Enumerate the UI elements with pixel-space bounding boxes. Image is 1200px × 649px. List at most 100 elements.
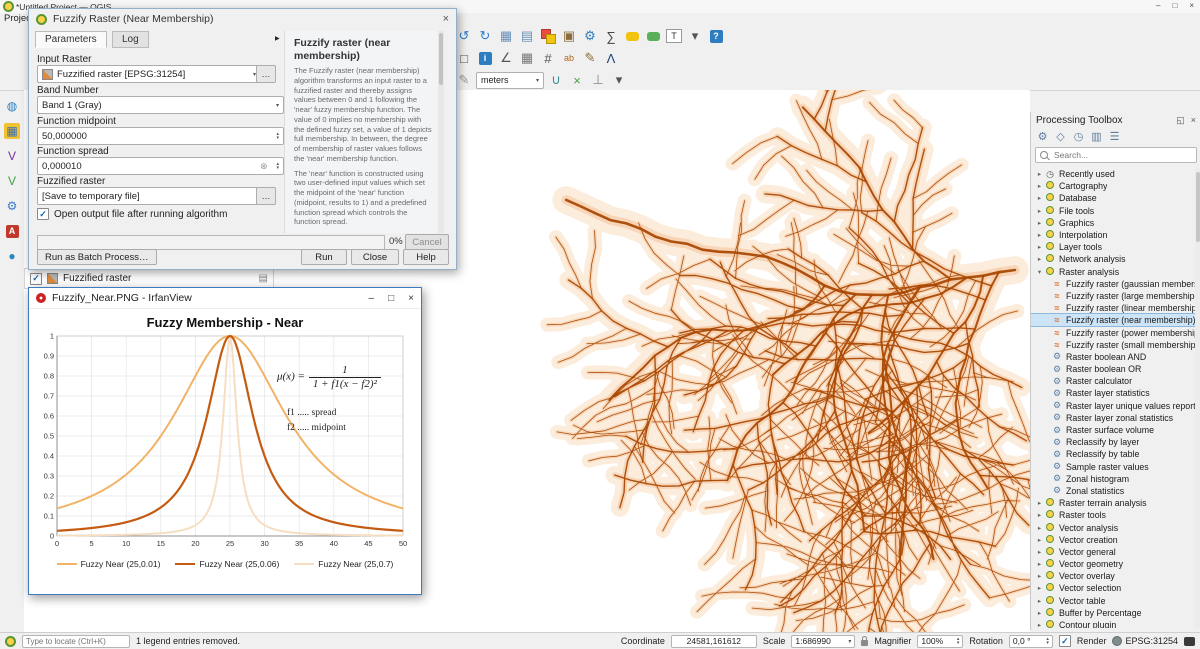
tree-item-vector-general[interactable]: ▸Vector general [1031,546,1195,558]
irfanview-maximize-button[interactable]: □ [388,293,394,304]
expand-arrow-icon[interactable]: ▸ [1035,536,1044,544]
expand-arrow-icon[interactable]: ▾ [1035,268,1044,276]
mmqgis-icon[interactable]: V [4,173,20,189]
copy-layer-style-icon[interactable] [539,27,557,45]
tree-item-vector-overlay[interactable]: ▸Vector overlay [1031,570,1195,582]
tree-item-raster-boolean-or[interactable]: ⚙Raster boolean OR [1031,363,1195,375]
tree-item-fuzzify-raster-linear-membership[interactable]: ≈Fuzzify raster (linear membership) [1031,302,1195,314]
tree-item-interpolation[interactable]: ▸Interpolation [1031,229,1195,241]
tree-item-raster-boolean-and[interactable]: ⚙Raster boolean AND [1031,351,1195,363]
tree-item-vector-creation[interactable]: ▸Vector creation [1031,534,1195,546]
tree-item-zonal-statistics[interactable]: ⚙Zonal statistics [1031,485,1195,497]
decorations-icon[interactable]: ✎ [581,49,599,67]
tree-item-contour-plugin[interactable]: ▸Contour plugin [1031,619,1195,628]
tree-item-fuzzify-raster-small-membership[interactable]: ≈Fuzzify raster (small membership) [1031,339,1195,351]
expand-arrow-icon[interactable]: ▸ [1035,609,1044,617]
new-annotation-icon[interactable] [644,27,662,45]
expand-arrow-icon[interactable]: ▸ [1035,255,1044,263]
new-3d-map-view-icon[interactable]: ▤ [518,27,536,45]
coordinate-box[interactable]: 24581,161612 [671,635,757,648]
help-scrollbar[interactable] [438,31,444,233]
layer-labeling-icon[interactable]: ab [560,49,578,67]
digitizing-dropdown-icon[interactable]: ▾ [610,71,628,89]
results-viewer-icon[interactable]: ▥ [1089,129,1104,144]
tree-item-graphics[interactable]: ▸Graphics [1031,217,1195,229]
function-spread-spinbox[interactable]: 0,000010 ⊗ ▴▾ [37,157,284,175]
expand-arrow-icon[interactable]: ▸ [1035,597,1044,605]
osm-tools-icon[interactable]: A [4,223,20,239]
db-manager-icon[interactable]: ▦ [4,123,20,139]
snapping-icon[interactable]: ∪ [547,71,565,89]
tree-item-raster-calculator[interactable]: ⚙Raster calculator [1031,375,1195,387]
irfanview-minimize-button[interactable]: – [369,293,375,304]
annotation-dropdown-icon[interactable]: ▾ [686,27,704,45]
help-contents-icon[interactable]: ? [707,27,725,45]
dialog-close-icon[interactable]: × [443,13,449,25]
tree-item-reclassify-by-table[interactable]: ⚙Reclassify by table [1031,448,1195,460]
crs-button[interactable]: EPSG:31254 [1112,636,1178,646]
tree-item-vector-analysis[interactable]: ▸Vector analysis [1031,521,1195,533]
metasearch-icon[interactable]: ◍ [4,98,20,114]
models-icon[interactable]: ◇ [1053,129,1068,144]
expand-arrow-icon[interactable]: ▸ [1035,243,1044,251]
tab-log[interactable]: Log [112,31,149,48]
text-annotation-icon[interactable]: T [665,27,683,45]
tree-item-network-analysis[interactable]: ▸Network analysis [1031,253,1195,265]
layer-visibility-checkbox[interactable]: ✓ [30,273,42,285]
history-icon[interactable]: ◷ [1071,129,1086,144]
tree-scrollbar[interactable] [1195,168,1200,628]
attribute-table-icon[interactable]: ▦ [518,49,536,67]
render-checkbox[interactable]: ✓ [1059,635,1071,647]
close-panel-icon[interactable]: × [1191,115,1196,126]
tree-item-raster-layer-unique-values-report[interactable]: ⚙Raster layer unique values report [1031,400,1195,412]
messages-icon[interactable] [1184,637,1195,646]
map-tips-icon[interactable] [623,27,641,45]
measure-icon[interactable]: ∠ [497,49,515,67]
globe-plugin-icon[interactable]: ● [4,248,20,264]
tree-item-raster-layer-zonal-statistics[interactable]: ⚙Raster layer zonal statistics [1031,412,1195,424]
tracing-icon[interactable]: × [568,71,586,89]
spin-arrows-icon[interactable]: ▴▾ [1043,637,1049,646]
tree-item-fuzzify-raster-large-membership[interactable]: ≈Fuzzify raster (large membership) [1031,290,1195,302]
edit-features-inplace-icon[interactable]: ☰ [1107,129,1122,144]
processing-options-icon[interactable]: ⚙ [1035,129,1050,144]
close-button[interactable]: Close [351,249,399,265]
window-minimize-button[interactable]: – [1156,1,1160,10]
expand-arrow-icon[interactable]: ▸ [1035,231,1044,239]
spin-arrows-icon[interactable]: ▴▾ [273,162,279,171]
input-raster-browse-button[interactable]: … [256,65,276,83]
irfanview-titlebar[interactable]: Fuzzify_Near.PNG - IrfanView – □ × [29,288,421,309]
select-features-icon[interactable]: □ [455,49,473,67]
tree-item-fuzzify-raster-gaussian-membership[interactable]: ≈Fuzzify raster (gaussian membership) [1031,278,1195,290]
cancel-button[interactable]: Cancel [405,234,449,250]
expand-arrow-icon[interactable]: ▸ [1035,584,1044,592]
tree-item-raster-analysis[interactable]: ▾Raster analysis [1031,266,1195,278]
spin-arrows-icon[interactable]: ▴▾ [273,132,279,141]
zoom-next-icon[interactable]: ↻ [476,27,494,45]
layer-name[interactable]: Fuzzified raster [63,273,131,284]
spin-arrows-icon[interactable]: ▴▾ [954,637,960,646]
float-panel-icon[interactable]: ◱ [1176,115,1185,126]
tree-item-recently-used[interactable]: ▸◷Recently used [1031,168,1195,180]
tree-item-file-tools[interactable]: ▸File tools [1031,205,1195,217]
grid-tools-icon[interactable]: ⚙ [4,198,20,214]
expand-arrow-icon[interactable]: ▸ [1035,207,1044,215]
dialog-titlebar[interactable]: Fuzzify Raster (Near Membership) × [29,9,456,29]
lambda-tool-icon[interactable]: Λ [602,49,620,67]
expand-arrow-icon[interactable]: ▸ [1035,511,1044,519]
band-number-combo[interactable]: Band 1 (Gray) ▾ [37,96,284,114]
tree-item-vector-geometry[interactable]: ▸Vector geometry [1031,558,1195,570]
expand-arrow-icon[interactable]: ▸ [1035,560,1044,568]
help-collapse-icon[interactable]: ▶ [275,35,280,42]
window-close-button[interactable]: × [1189,1,1194,10]
tree-item-raster-surface-volume[interactable]: ⚙Raster surface volume [1031,424,1195,436]
expand-arrow-icon[interactable]: ▸ [1035,499,1044,507]
tree-item-fuzzify-raster-power-membership[interactable]: ≈Fuzzify raster (power membership) [1031,326,1195,338]
tree-item-zonal-histogram[interactable]: ⚙Zonal histogram [1031,473,1195,485]
expand-arrow-icon[interactable]: ▸ [1035,219,1044,227]
processing-search-box[interactable] [1035,147,1197,163]
rotation-spin[interactable]: 0,0 °▴▾ [1009,635,1053,648]
field-calculator-icon[interactable]: # [539,49,557,67]
tree-item-database[interactable]: ▸Database [1031,192,1195,204]
magnifier-spin[interactable]: 100%▴▾ [917,635,963,648]
